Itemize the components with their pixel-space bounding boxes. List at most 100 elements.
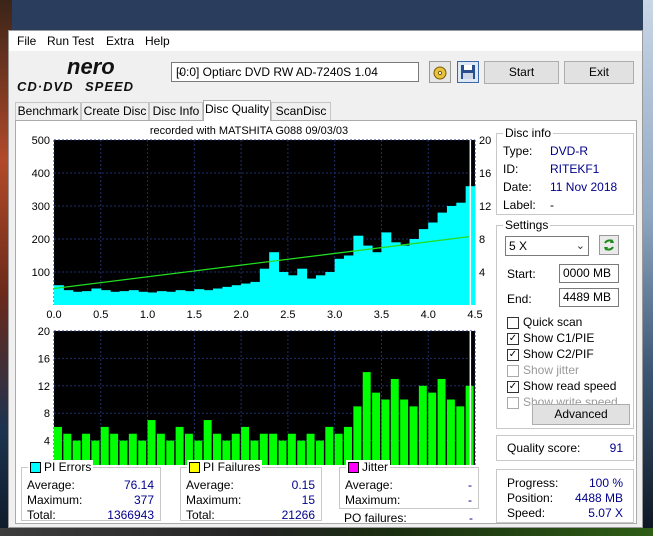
x-tick-label: 2.0: [233, 309, 248, 321]
y-tick-label: 200: [32, 234, 50, 246]
pi-failures-bar: [428, 392, 437, 465]
start-button[interactable]: Start: [484, 61, 559, 84]
nero-cd-dvd-speed-window: File Run Test Extra Help nero CD·DVD SPE…: [8, 30, 643, 528]
exit-button[interactable]: Exit: [564, 61, 634, 84]
pi-errors-bar: [456, 202, 467, 305]
show-write-speed-checkbox: [507, 397, 519, 409]
nero-logo: nero CD·DVD SPEED: [17, 57, 134, 94]
speed-label: Speed:: [507, 506, 546, 520]
disc-id-label: ID:: [503, 162, 519, 176]
pi-errors-bar: [156, 291, 167, 305]
tab-scandisc[interactable]: ScanDisc: [271, 102, 331, 120]
pi-errors-bar: [184, 291, 195, 305]
jitter-swatch: [348, 462, 359, 474]
pi-errors-bar: [297, 268, 308, 305]
svg-text:SPEED: SPEED: [85, 79, 134, 94]
svg-text:CD·DVD: CD·DVD: [17, 79, 74, 94]
pi-errors-bar: [128, 290, 139, 305]
pi-failures-bar: [409, 406, 418, 465]
floppy-disk-icon: [461, 65, 475, 79]
y-tick-label: 500: [32, 135, 50, 147]
pi-errors-bar: [213, 288, 223, 305]
pi-failures-chart: 0.00.51.01.52.02.53.03.54.04.548121620: [38, 326, 476, 465]
end-position-input[interactable]: 4489 MB: [559, 288, 619, 307]
pi-errors-average-label: Average:: [27, 478, 75, 492]
y2-tick-label: 4: [479, 267, 485, 279]
pi-failures-title: PI Failures: [187, 460, 263, 474]
tab-disc-info[interactable]: Disc Info: [149, 102, 203, 120]
quick-scan-label: Quick scan: [523, 315, 583, 329]
show-c2-pif-checkbox[interactable]: ✓: [507, 349, 519, 361]
pi-errors-bar: [166, 291, 177, 305]
x-tick-label: 1.5: [187, 309, 202, 321]
pi-errors-bar: [63, 290, 74, 305]
y-tick-label: 16: [38, 353, 50, 365]
refresh-speed-button[interactable]: [599, 235, 619, 255]
menu-extra[interactable]: Extra: [106, 34, 134, 48]
show-c1-pie-checkbox[interactable]: ✓: [507, 333, 519, 345]
recorded-with-label: recorded with MATSHITA G088 09/03/03: [150, 125, 348, 137]
save-button[interactable]: [457, 61, 479, 83]
pi-errors-bar: [306, 278, 317, 305]
y2-tick-label: 8: [479, 234, 485, 246]
speed-select[interactable]: 5 X ⌄: [505, 236, 589, 256]
y-tick-label: 12: [38, 381, 50, 393]
pi-errors-bar: [138, 291, 149, 305]
pi-failures-group: PI Failures Average: 0.15 Maximum: 15 To…: [180, 460, 322, 522]
menu-file[interactable]: File: [17, 34, 36, 48]
pi-failures-bar: [315, 440, 324, 465]
tab-benchmark[interactable]: Benchmark: [15, 102, 81, 120]
pi-failures-title-text: PI Failures: [203, 460, 261, 474]
y2-tick-label: 12: [479, 201, 491, 213]
eject-disc-button[interactable]: [429, 61, 451, 83]
jitter-maximum-value: -: [468, 493, 472, 507]
tab-disc-quality[interactable]: Disc Quality: [203, 100, 271, 121]
progress-label: Progress:: [507, 476, 559, 490]
pi-errors-bar: [409, 239, 420, 305]
pi-errors-bar: [400, 245, 411, 305]
quick-scan-checkbox[interactable]: [507, 317, 519, 329]
tab-create-disc[interactable]: Create Disc: [81, 102, 149, 120]
pi-errors-total-label: Total:: [27, 508, 56, 522]
pi-errors-bar: [278, 272, 289, 305]
settings-title: Settings: [503, 218, 551, 232]
speed-select-value: 5 X: [509, 239, 528, 253]
show-jitter-label: Show jitter: [523, 363, 580, 377]
pi-failures-maximum-label: Maximum:: [186, 493, 242, 507]
pi-errors-title-text: PI Errors: [44, 460, 92, 474]
menu-run-test[interactable]: Run Test: [47, 34, 94, 48]
pi-errors-bar: [344, 255, 354, 305]
pi-errors-bar: [241, 283, 251, 305]
pi-errors-bar: [91, 288, 102, 305]
pi-errors-bar: [418, 229, 429, 305]
pi-errors-bar: [334, 258, 345, 305]
y2-tick-label: 16: [479, 168, 491, 180]
show-read-speed-label: Show read speed: [523, 379, 617, 393]
show-read-speed-checkbox[interactable]: ✓: [507, 381, 519, 393]
pi-errors-bar: [390, 242, 401, 305]
pi-errors-bar: [381, 232, 392, 305]
jitter-title: Jitter: [346, 460, 391, 474]
disc-label-value: -: [550, 198, 554, 212]
chevron-down-icon: ⌄: [575, 240, 585, 252]
menu-help[interactable]: Help: [145, 34, 170, 48]
pi-failures-bar: [156, 433, 165, 465]
pi-failures-bar: [278, 440, 287, 465]
pi-failures-bar: [110, 433, 119, 465]
pi-failures-bar: [362, 372, 371, 465]
pi-errors-bar: [325, 272, 336, 305]
drive-select[interactable]: [0:0] Optiarc DVD RW AD-7240S 1.04 ⌄: [171, 62, 419, 82]
po-failures-value: -: [469, 511, 473, 525]
pi-failures-bar: [381, 399, 390, 465]
pi-errors-bar: [446, 206, 457, 305]
pi-failures-bar: [166, 440, 175, 465]
pi-failures-bar: [269, 433, 278, 465]
pi-errors-swatch: [30, 462, 41, 474]
pi-errors-bar: [259, 268, 270, 305]
disc-info-title: Disc info: [503, 126, 554, 140]
pi-errors-bar: [315, 275, 326, 305]
start-position-input[interactable]: 0000 MB: [559, 264, 619, 283]
y-tick-label: 300: [32, 201, 50, 213]
advanced-button[interactable]: Advanced: [532, 404, 630, 425]
pi-failures-bar: [437, 378, 446, 465]
